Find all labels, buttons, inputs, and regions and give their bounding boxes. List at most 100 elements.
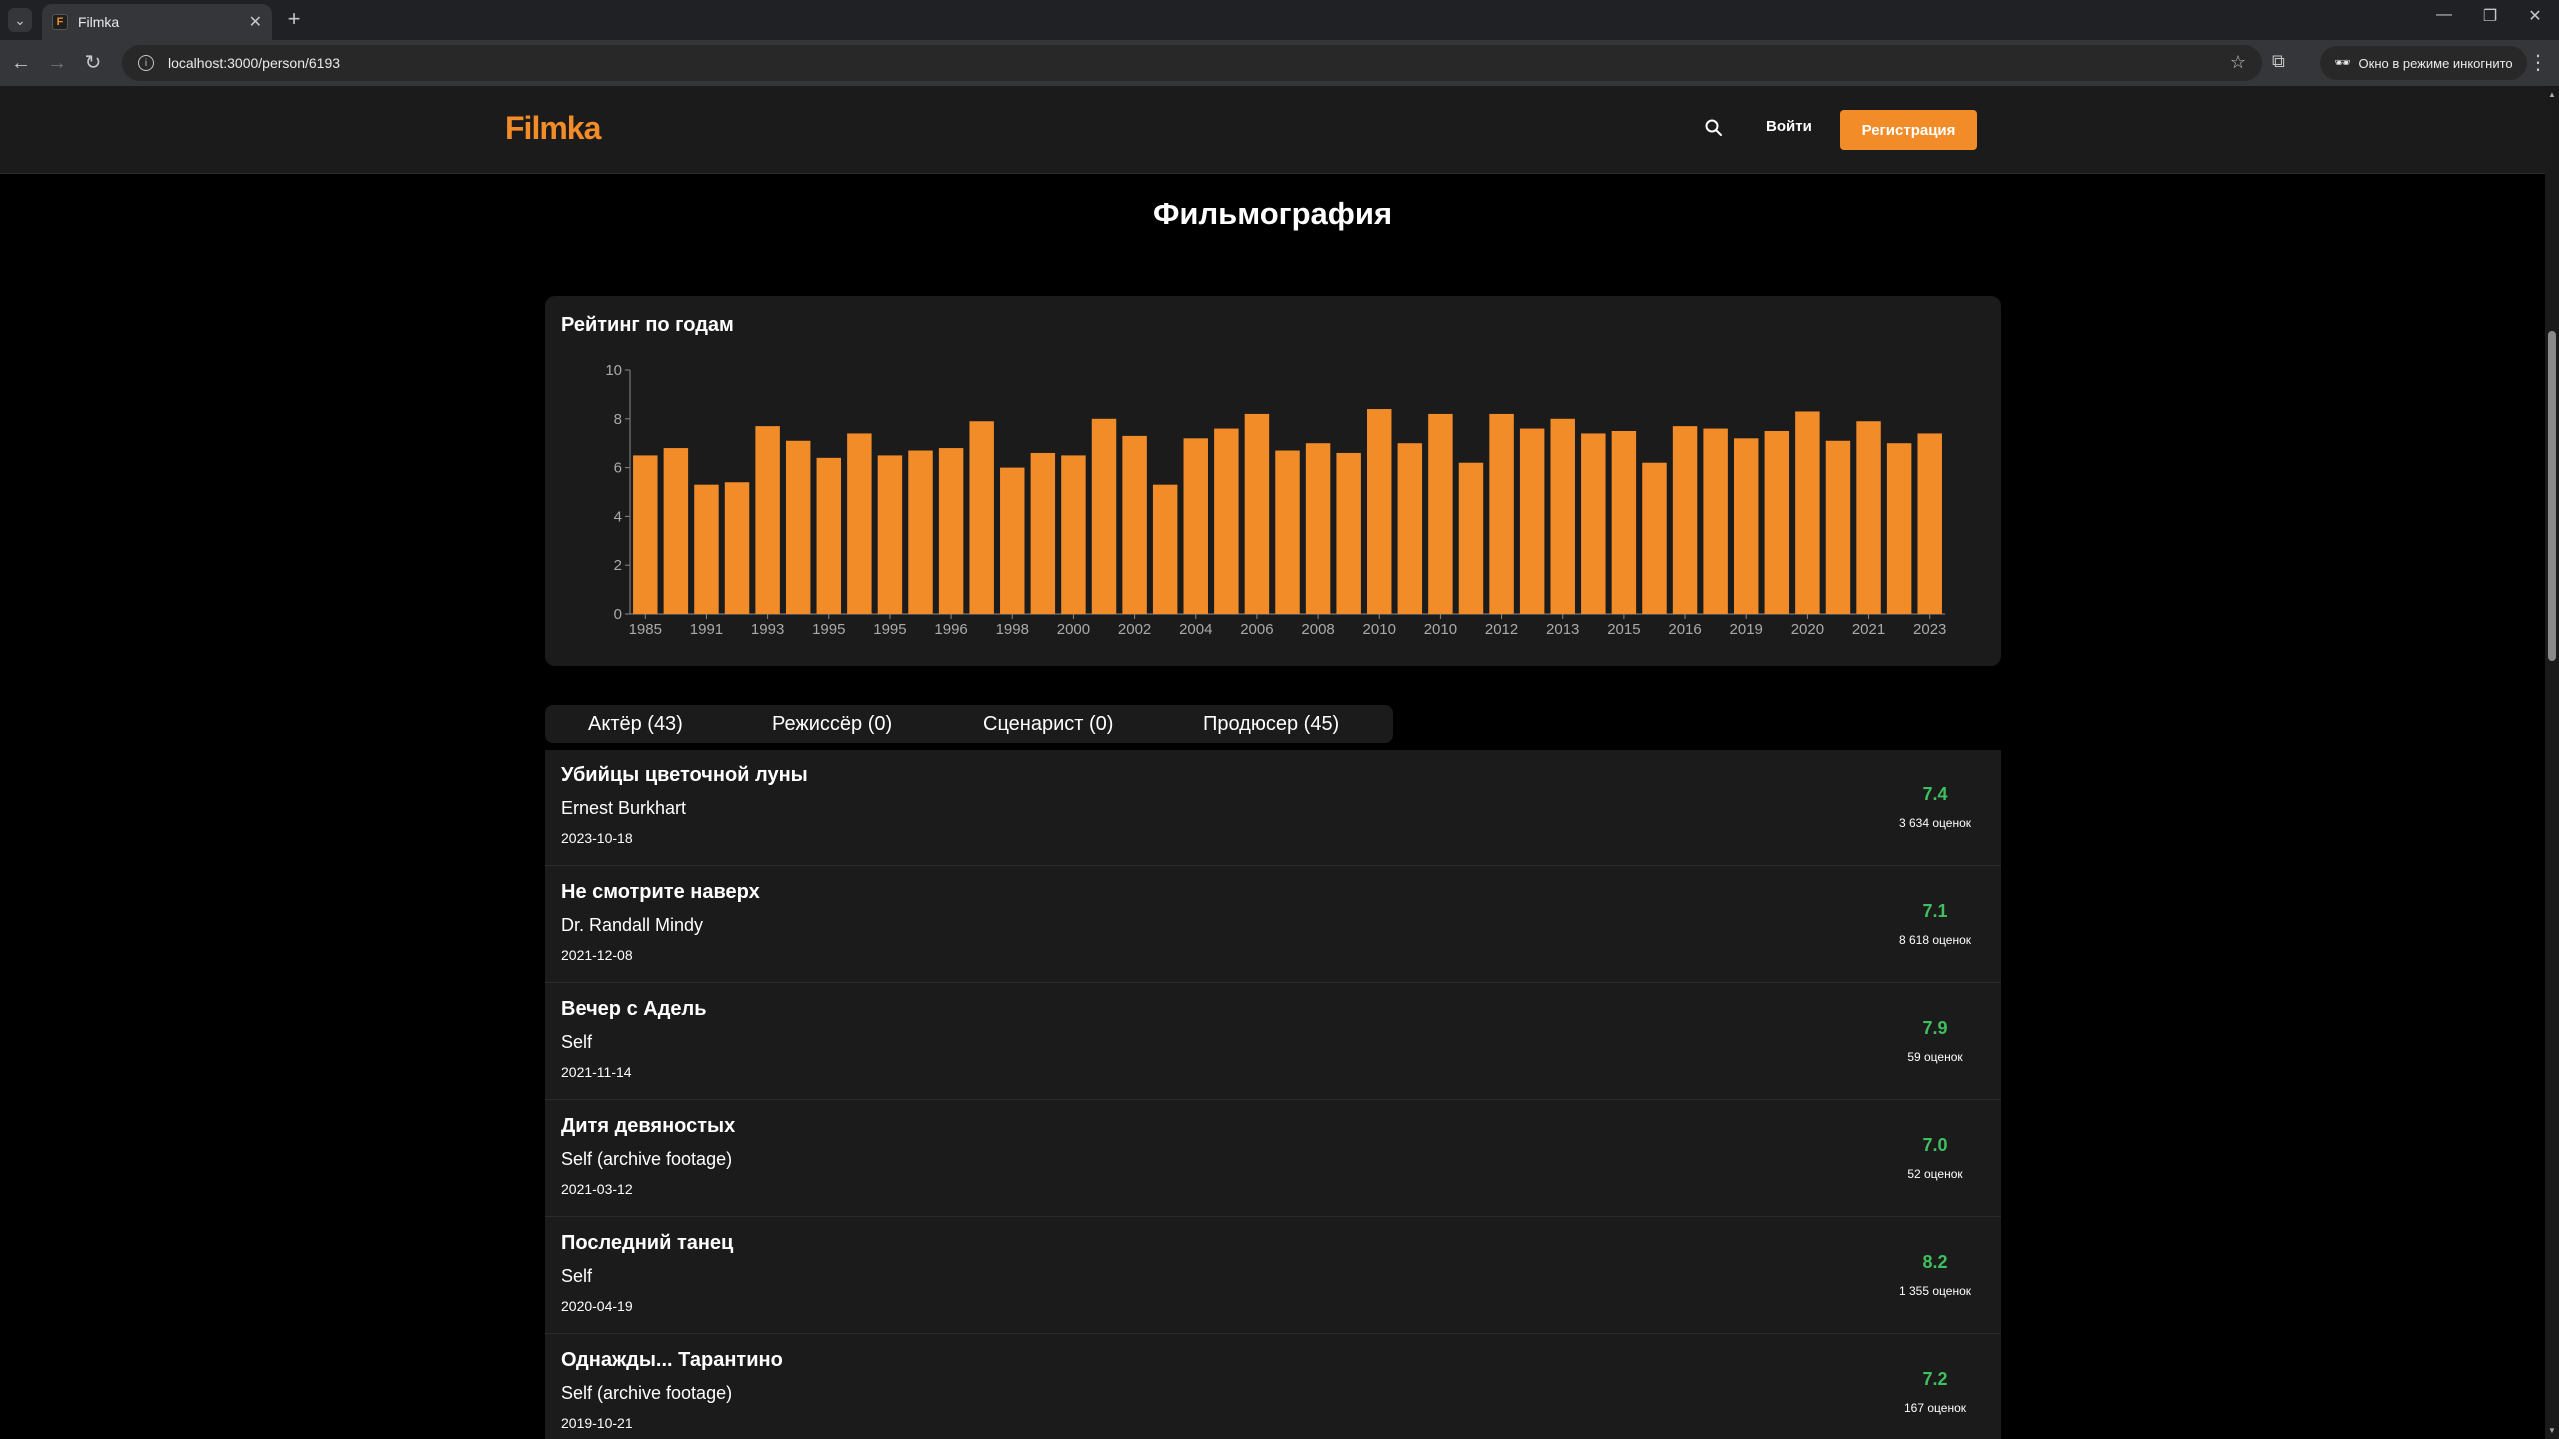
chart-bar (938, 448, 964, 614)
x-tick-label: 1998 (996, 621, 1029, 638)
x-tick-label: 1996 (934, 621, 967, 638)
film-title[interactable]: Дитя девяностых (561, 1115, 735, 1138)
film-row[interactable]: Не смотрите наверх Dr. Randall Mindy 202… (545, 867, 2001, 983)
scroll-down-icon[interactable]: ▼ (2548, 1426, 2556, 1435)
film-row[interactable]: Вечер с Адель Self 2021-11-14 7.9 59 оце… (545, 984, 2001, 1100)
chart-bar (1000, 467, 1025, 614)
tab-writer[interactable]: Сценарист (0) (983, 705, 1113, 743)
tab-director[interactable]: Режиссёр (0) (772, 705, 892, 743)
y-tick-label: 0 (614, 606, 622, 623)
film-votes: 3 634 оценок (1899, 816, 1971, 830)
film-votes: 59 оценок (1907, 1050, 1963, 1064)
site-info-icon[interactable]: i (138, 55, 154, 71)
chart-bar (1733, 438, 1759, 614)
minimize-icon[interactable]: — (2424, 6, 2464, 24)
chart-bar (1183, 438, 1208, 614)
chart-bar (1611, 431, 1637, 614)
chart-bar (755, 426, 780, 614)
x-tick-label: 2019 (1730, 621, 1763, 638)
chart-bar (1917, 433, 1942, 614)
chart-bar (1581, 433, 1606, 614)
film-rating: 7.1 (1922, 901, 1948, 921)
chart-bar (1703, 428, 1728, 614)
tab-title: Filmka (78, 14, 120, 30)
x-tick-label: 2010 (1424, 621, 1457, 638)
film-rating: 7.4 (1922, 784, 1948, 804)
film-role: Ernest Burkhart (561, 798, 687, 818)
chart-bar (847, 433, 872, 614)
menu-icon[interactable]: ⋮ (2528, 50, 2548, 75)
film-row[interactable]: Однажды... Тарантино Self (archive foota… (545, 1335, 2001, 1439)
x-tick-label: 1993 (751, 621, 784, 638)
chart-bar (1764, 431, 1790, 614)
film-date: 2021-11-14 (561, 1064, 632, 1080)
film-title[interactable]: Вечер с Адель (561, 998, 707, 1021)
film-date: 2020-04-19 (561, 1298, 633, 1314)
rating-chart-card: Рейтинг по годам 0 2 4 6 8 10 1985 1991 1993 1995… (545, 296, 2001, 666)
y-tick-label: 6 (614, 460, 622, 477)
page-scrollbar[interactable]: ▲ ▼ (2545, 86, 2559, 1439)
chart-bar (1886, 443, 1912, 614)
register-button[interactable]: Регистрация (1840, 110, 1977, 150)
film-row[interactable]: Последний танец Self 2020-04-19 8.2 1 35… (545, 1218, 2001, 1334)
film-rating: 8.2 (1922, 1252, 1948, 1272)
chart-bar (1458, 462, 1484, 614)
film-title[interactable]: Убийцы цветочной луны (561, 764, 808, 787)
film-row[interactable]: Дитя девяностых Self (archive footage) 2… (545, 1101, 2001, 1217)
scroll-up-icon[interactable]: ▲ (2548, 90, 2556, 99)
incognito-indicator[interactable]: 🕶 Окно в режиме инкогнито (2320, 46, 2527, 80)
tab-producer[interactable]: Продюсер (45) (1203, 705, 1339, 743)
address-bar[interactable]: i localhost:3000/person/6193 ☆ (122, 45, 2262, 81)
bookmark-star-icon[interactable]: ☆ (2230, 52, 2246, 73)
close-window-icon[interactable]: ✕ (2515, 6, 2555, 26)
extensions-icon[interactable]: ⧉ (2272, 51, 2285, 72)
film-rating: 7.0 (1922, 1135, 1948, 1155)
incognito-label: Окно в режиме инкогнито (2358, 55, 2513, 71)
chart-bar (724, 482, 750, 614)
film-row[interactable]: Убийцы цветочной луны Ernest Burkhart 20… (545, 750, 2001, 866)
y-tick-label: 4 (614, 508, 622, 525)
x-tick-label: 2021 (1852, 621, 1885, 638)
chart-bar (1825, 440, 1851, 614)
chart-bar (1336, 452, 1361, 614)
close-icon[interactable]: ✕ (249, 12, 262, 32)
film-role: Self (archive footage) (561, 1149, 733, 1169)
film-date: 2023-10-18 (561, 830, 633, 846)
incognito-icon: 🕶 (2334, 55, 2351, 70)
x-tick-label: 2008 (1301, 621, 1334, 638)
film-title[interactable]: Однажды... Тарантино (561, 1349, 783, 1372)
reload-icon[interactable]: ↻ (80, 50, 106, 76)
y-tick-label: 8 (614, 411, 622, 428)
login-link[interactable]: Войти (1766, 118, 1812, 135)
tab-list-icon[interactable]: ⌄ (8, 8, 32, 32)
url-text[interactable]: localhost:3000/person/6193 (168, 55, 340, 71)
search-icon[interactable] (1704, 118, 1724, 138)
chart-bar (663, 448, 689, 614)
x-tick-label: 1995 (873, 621, 906, 638)
film-rating: 7.9 (1922, 1018, 1948, 1038)
film-title[interactable]: Последний танец (561, 1232, 733, 1255)
forward-icon[interactable]: → (44, 50, 70, 76)
new-tab-icon[interactable]: + (282, 8, 306, 32)
site-logo[interactable]: Filmka (505, 110, 601, 147)
chart-bar (1214, 428, 1239, 614)
tab-actor[interactable]: Актёр (43) (588, 705, 683, 743)
browser-tab[interactable]: F Filmka ✕ (42, 4, 272, 40)
film-votes: 167 оценок (1904, 1401, 1966, 1415)
film-date: 2021-12-08 (561, 947, 633, 963)
x-tick-label: 2015 (1607, 621, 1640, 638)
back-icon[interactable]: ← (8, 50, 34, 76)
scroll-thumb[interactable] (2548, 331, 2556, 661)
x-tick-label: 2000 (1057, 621, 1090, 638)
restore-icon[interactable]: ❐ (2470, 6, 2510, 26)
x-tick-label: 2010 (1363, 621, 1396, 638)
chart-bar (1061, 455, 1086, 614)
page-title: Фильмография (1152, 196, 1393, 231)
film-role: Self (561, 1032, 593, 1052)
x-tick-label: 2004 (1179, 621, 1212, 638)
film-rating: 7.2 (1922, 1369, 1948, 1389)
x-tick-label: 1991 (690, 621, 723, 638)
film-title[interactable]: Не смотрите наверх (561, 881, 760, 904)
x-tick-label: 2012 (1485, 621, 1518, 638)
chart-bar (1122, 435, 1147, 614)
